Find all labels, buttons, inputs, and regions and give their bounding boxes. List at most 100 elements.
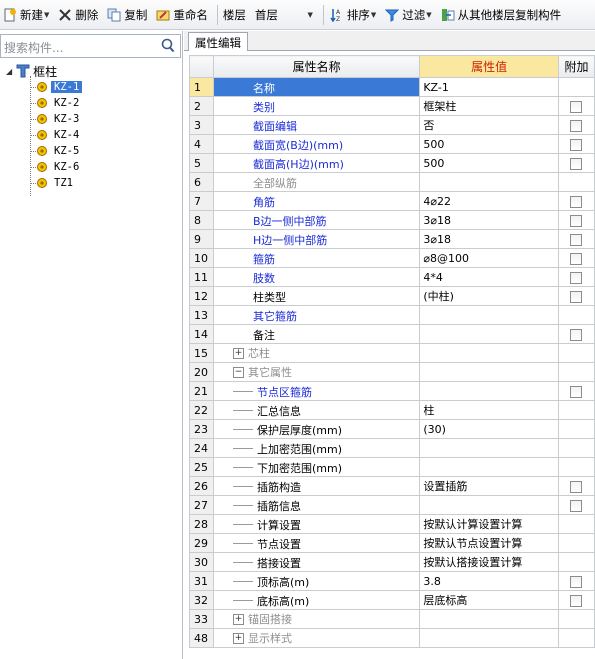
- delete-button[interactable]: 删除: [55, 3, 100, 27]
- tab-property-edit[interactable]: 属性编辑: [188, 32, 248, 51]
- extra-checkbox[interactable]: [570, 594, 583, 607]
- property-value-cell[interactable]: KZ-1: [419, 77, 559, 97]
- tree-item-kz-2[interactable]: KZ-2: [36, 95, 82, 111]
- tree-item-kz-5[interactable]: KZ-5: [36, 143, 82, 159]
- tree-root-item[interactable]: ◢ 框柱: [6, 63, 57, 79]
- extra-checkbox[interactable]: [570, 233, 583, 246]
- property-row[interactable]: 29 节点设置 按默认节点设置计算: [188, 533, 595, 553]
- property-value-cell[interactable]: 按默认搭接设置计算: [419, 552, 559, 572]
- extra-checkbox[interactable]: [570, 290, 583, 303]
- property-row[interactable]: 3 截面编辑 否: [188, 115, 595, 135]
- property-row[interactable]: 48 + 显示样式: [188, 628, 595, 648]
- extra-checkbox[interactable]: [570, 499, 583, 512]
- property-value-cell[interactable]: 框架柱: [419, 96, 559, 116]
- property-value-cell[interactable]: (中柱): [419, 286, 559, 306]
- property-row[interactable]: 9 H边一侧中部筋 3⌀18: [188, 229, 595, 249]
- property-row[interactable]: 4 截面宽(B边)(mm) 500: [188, 134, 595, 154]
- search-icon[interactable]: [161, 38, 175, 57]
- property-row[interactable]: 1 名称 KZ-1: [188, 77, 595, 97]
- property-row[interactable]: 5 截面高(H边)(mm) 500: [188, 153, 595, 173]
- property-value-cell[interactable]: 3.8: [419, 571, 559, 591]
- property-value-cell[interactable]: [419, 438, 559, 458]
- collapse-icon[interactable]: −: [233, 366, 245, 378]
- property-row[interactable]: 14 备注: [188, 324, 595, 344]
- property-value-cell[interactable]: 4⌀22: [419, 191, 559, 211]
- property-row[interactable]: 8 B边一侧中部筋 3⌀18: [188, 210, 595, 230]
- extra-checkbox[interactable]: [570, 119, 583, 132]
- property-value-cell[interactable]: [419, 324, 559, 344]
- sort-button[interactable]: AZ 排序 ▼: [327, 3, 378, 27]
- rename-button[interactable]: 重命名: [153, 3, 210, 27]
- property-name[interactable]: + 显示样式: [213, 628, 421, 648]
- property-row[interactable]: 23 保护层厚度(mm) (30): [188, 419, 595, 439]
- property-row[interactable]: 12 柱类型 (中柱): [188, 286, 595, 306]
- property-value-cell[interactable]: (30): [419, 419, 559, 439]
- property-row[interactable]: 27 插筋信息: [188, 495, 595, 515]
- tree-item-kz-3[interactable]: KZ-3: [36, 111, 82, 127]
- property-row[interactable]: 31 顶标高(m) 3.8: [188, 571, 595, 591]
- property-row[interactable]: 25 下加密范围(mm): [188, 457, 595, 477]
- extra-checkbox[interactable]: [570, 157, 583, 170]
- property-name[interactable]: + 锚固搭接: [213, 609, 421, 629]
- collapse-arrow-icon[interactable]: ◢: [6, 67, 12, 76]
- property-row[interactable]: 13 其它箍筋: [188, 305, 595, 325]
- property-value-cell[interactable]: 500: [419, 134, 559, 154]
- property-value-cell[interactable]: 否: [419, 115, 559, 135]
- property-row[interactable]: 30 搭接设置 按默认搭接设置计算: [188, 552, 595, 572]
- extra-checkbox[interactable]: [570, 195, 583, 208]
- copy-from-floor-button[interactable]: 从其他楼层复制构件: [438, 3, 564, 27]
- property-row[interactable]: 7 角筋 4⌀22: [188, 191, 595, 211]
- property-row[interactable]: 10 箍筋 ⌀8@100: [188, 248, 595, 268]
- property-value-cell[interactable]: [419, 343, 559, 363]
- property-name[interactable]: − 其它属性: [213, 362, 421, 382]
- property-name[interactable]: + 芯柱: [213, 343, 421, 363]
- search-box[interactable]: 搜索构件...: [0, 34, 181, 58]
- expand-icon[interactable]: +: [233, 347, 245, 359]
- property-value-cell[interactable]: 3⌀18: [419, 229, 559, 249]
- property-row[interactable]: 2 类别 框架柱: [188, 96, 595, 116]
- property-row[interactable]: 24 上加密范围(mm): [188, 438, 595, 458]
- filter-button[interactable]: 过滤 ▼: [382, 3, 433, 27]
- property-row[interactable]: 28 计算设置 按默认计算设置计算: [188, 514, 595, 534]
- tree-item-kz-1[interactable]: KZ-1: [36, 79, 83, 95]
- expand-icon[interactable]: +: [233, 613, 245, 625]
- property-row[interactable]: 6 全部纵筋: [188, 172, 595, 192]
- extra-checkbox[interactable]: [570, 214, 583, 227]
- extra-checkbox[interactable]: [570, 328, 583, 341]
- property-row[interactable]: 15 + 芯柱: [188, 343, 595, 363]
- property-value-cell[interactable]: 层底标高: [419, 590, 559, 610]
- property-value-cell[interactable]: 4*4: [419, 267, 559, 287]
- new-button[interactable]: 新建 ▼: [0, 3, 51, 27]
- tree-item-tz1[interactable]: TZ1: [36, 175, 76, 191]
- property-value-cell[interactable]: [419, 305, 559, 325]
- extra-checkbox[interactable]: [570, 100, 583, 113]
- search-input[interactable]: 搜索构件...: [4, 39, 63, 56]
- property-row[interactable]: 32 底标高(m) 层底标高: [188, 590, 595, 610]
- property-value-cell[interactable]: [419, 609, 559, 629]
- tree-item-kz-4[interactable]: KZ-4: [36, 127, 82, 143]
- extra-checkbox[interactable]: [570, 385, 583, 398]
- property-value-cell[interactable]: [419, 495, 559, 515]
- property-value-cell[interactable]: 柱: [419, 400, 559, 420]
- property-value-cell[interactable]: [419, 457, 559, 477]
- property-row[interactable]: 22 汇总信息 柱: [188, 400, 595, 420]
- extra-checkbox[interactable]: [570, 252, 583, 265]
- extra-checkbox[interactable]: [570, 575, 583, 588]
- extra-checkbox[interactable]: [570, 138, 583, 151]
- property-value-cell[interactable]: 按默认节点设置计算: [419, 533, 559, 553]
- extra-checkbox[interactable]: [570, 480, 583, 493]
- expand-icon[interactable]: +: [233, 632, 245, 644]
- property-row[interactable]: 26 插筋构造 设置插筋: [188, 476, 595, 496]
- property-value-cell[interactable]: [419, 381, 559, 401]
- property-value-cell[interactable]: ⌀8@100: [419, 248, 559, 268]
- property-value-cell[interactable]: [419, 628, 559, 648]
- tree-item-kz-6[interactable]: KZ-6: [36, 159, 82, 175]
- property-value-cell[interactable]: [419, 362, 559, 382]
- property-row[interactable]: 33 + 锚固搭接: [188, 609, 595, 629]
- copy-button[interactable]: 复制: [104, 3, 149, 27]
- property-row[interactable]: 21 节点区箍筋: [188, 381, 595, 401]
- floor-select[interactable]: 首层 ▼: [252, 5, 316, 25]
- property-value-cell[interactable]: 设置插筋: [419, 476, 559, 496]
- property-value-cell[interactable]: 按默认计算设置计算: [419, 514, 559, 534]
- property-value-cell[interactable]: [419, 172, 559, 192]
